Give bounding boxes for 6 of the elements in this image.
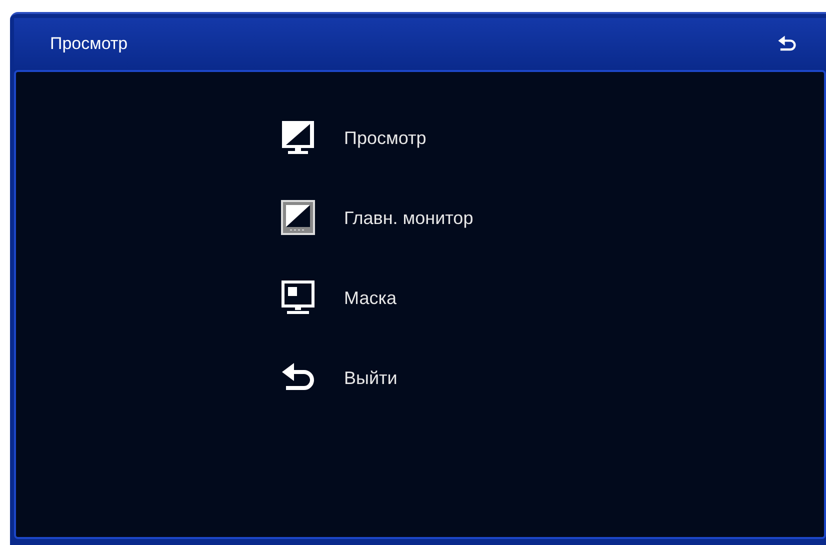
menu-item[interactable]: Выйти <box>278 358 398 398</box>
menu-item[interactable]: Просмотр <box>278 118 426 158</box>
menu-item[interactable]: Главн. монитор <box>278 198 474 238</box>
monitor-icon <box>278 198 318 238</box>
menu-item[interactable]: Маска <box>278 278 396 318</box>
window-title: Просмотр <box>50 34 128 54</box>
